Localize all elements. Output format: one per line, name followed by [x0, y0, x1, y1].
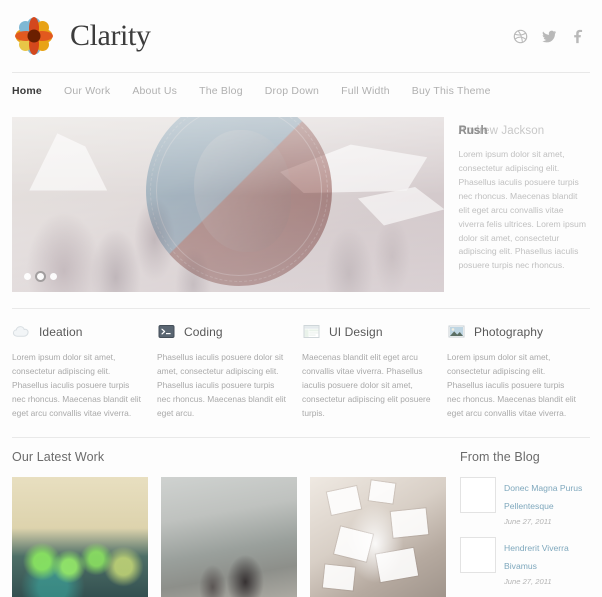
nav-item-home[interactable]: Home: [12, 85, 42, 97]
facebook-icon[interactable]: [571, 29, 586, 44]
latest-work-title: Our Latest Work: [12, 449, 105, 464]
feature-header: Ideation: [12, 323, 145, 340]
slider-dot-1[interactable]: [24, 273, 31, 280]
hero-section: Andrew Jackson Rush Lorem ipsum dolor si…: [12, 117, 590, 292]
work-thumb-white-blocks[interactable]: [310, 476, 446, 597]
nav-item-full-width[interactable]: Full Width: [341, 85, 390, 97]
blog-item-title[interactable]: Hendrerit Viverra Bivamus: [504, 543, 569, 571]
feature-header: Coding: [157, 323, 290, 340]
dribbble-icon[interactable]: [513, 29, 528, 44]
slider-caption-title-incoming: Rush: [458, 125, 488, 137]
feature-photography: Photography Lorem ipsum dolor sit amet, …: [447, 323, 580, 421]
nav-item-the-blog[interactable]: The Blog: [199, 85, 243, 97]
feature-title: Coding: [184, 324, 223, 339]
twitter-icon[interactable]: [542, 29, 557, 44]
blog-item-date: June 27, 2011: [504, 576, 552, 586]
feature-ui-design: UI Design Maecenas blandit elit eget arc…: [302, 323, 435, 421]
page-root: Clarity Home Our Work About Us The Blog …: [0, 0, 602, 597]
slider-dot-2[interactable]: [37, 273, 44, 280]
site-title: Clarity: [70, 19, 151, 52]
photo-landscape-icon: [447, 323, 466, 340]
slider-caption-body: Lorem ipsum dolor sit amet, consectetur …: [458, 149, 586, 271]
site-header: Clarity: [0, 0, 602, 72]
work-thumb-city-street[interactable]: [161, 476, 297, 597]
blog-item-date: June 27, 2011: [504, 516, 552, 526]
hero-slider[interactable]: [12, 117, 445, 292]
nav-item-buy-this-theme[interactable]: Buy This Theme: [412, 85, 491, 97]
feature-title: Photography: [474, 324, 544, 339]
feature-header: UI Design: [302, 323, 435, 340]
blog-item-title[interactable]: Donec Magna Purus Pellentesque: [504, 483, 582, 511]
flower-logo-icon: [12, 14, 56, 58]
cloud-icon: [12, 323, 31, 340]
from-the-blog-title: From the Blog: [460, 449, 540, 464]
browser-window-icon: [302, 323, 321, 340]
slider-caption-title-stack: Andrew Jackson Rush: [458, 125, 590, 140]
feature-body: Maecenas blandit elit eget arcu convalli…: [302, 352, 431, 419]
blog-item-text: Donec Magna Purus Pellentesque June 27, …: [504, 477, 590, 526]
nav-item-about-us[interactable]: About Us: [132, 85, 177, 97]
slider-pagination: [24, 273, 57, 280]
divider-above-latest-work: [12, 436, 590, 438]
main-navigation: Home Our Work About Us The Blog Drop Dow…: [12, 72, 590, 103]
slider-dot-3[interactable]: [50, 273, 57, 280]
feature-body: Lorem ipsum dolor sit amet, consectetur …: [12, 352, 141, 419]
feature-coding: Coding Phasellus iaculis posuere dolor s…: [157, 323, 290, 421]
social-links: [513, 29, 590, 44]
brand[interactable]: Clarity: [12, 14, 151, 58]
blog-thumbnail: [460, 476, 496, 513]
slider-caption: Andrew Jackson Rush Lorem ipsum dolor si…: [458, 117, 590, 292]
blog-thumbnail: [460, 536, 496, 573]
divider-above-features: [12, 308, 590, 309]
feature-header: Photography: [447, 323, 580, 340]
bottom-section: Our Latest Work From the Blog Donec Magn…: [12, 450, 590, 597]
feature-title: Ideation: [39, 324, 83, 339]
features-row: Ideation Lorem ipsum dolor sit amet, con…: [12, 323, 590, 421]
terminal-icon: [157, 323, 176, 340]
feature-ideation: Ideation Lorem ipsum dolor sit amet, con…: [12, 323, 145, 421]
feature-body: Lorem ipsum dolor sit amet, consectetur …: [447, 352, 576, 419]
nav-item-drop-down[interactable]: Drop Down: [265, 85, 319, 97]
slider-fade-overlay: [12, 117, 445, 292]
work-thumb-green-monitors[interactable]: [12, 476, 148, 597]
nav-item-our-work[interactable]: Our Work: [64, 85, 110, 97]
latest-work-section: Our Latest Work: [12, 450, 446, 597]
blog-list-item[interactable]: Hendrerit Viverra Bivamus June 27, 2011: [460, 536, 590, 586]
blog-item-text: Hendrerit Viverra Bivamus June 27, 2011: [504, 537, 590, 586]
blog-list-item[interactable]: Donec Magna Purus Pellentesque June 27, …: [460, 476, 590, 526]
feature-title: UI Design: [329, 324, 383, 339]
feature-body: Phasellus iaculis posuere dolor sit amet…: [157, 352, 286, 419]
latest-work-grid: [12, 476, 446, 597]
from-the-blog-section: From the Blog Donec Magna Purus Pellente…: [460, 450, 590, 597]
nav-list: Home Our Work About Us The Blog Drop Dow…: [12, 73, 590, 103]
